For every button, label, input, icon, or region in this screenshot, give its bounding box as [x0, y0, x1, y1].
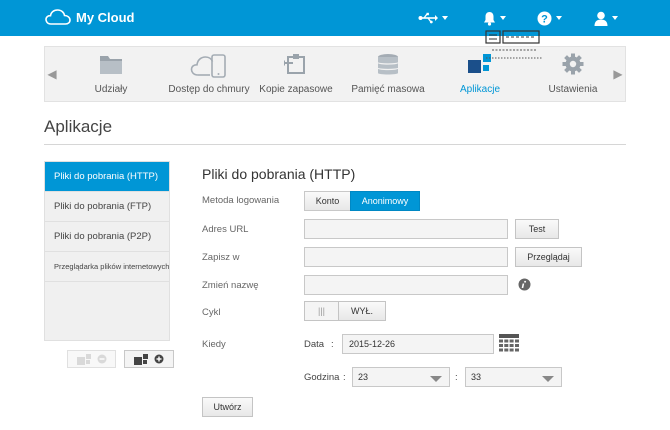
- app-title: My Cloud: [76, 9, 135, 25]
- usb-icon: [418, 12, 438, 24]
- page-title: Aplikacje: [44, 117, 113, 136]
- create-button[interactable]: Utwórz: [202, 397, 253, 417]
- sidebar-item-web-file-viewer[interactable]: Przeglądarka plików internetowych: [45, 252, 169, 282]
- app-tiles-icon: [134, 353, 148, 365]
- url-input[interactable]: [304, 219, 508, 239]
- nav-prev-arrow[interactable]: ◀: [45, 47, 59, 101]
- usb-menu[interactable]: [418, 9, 448, 27]
- browse-button[interactable]: Przeglądaj: [515, 247, 582, 267]
- title-divider: [44, 144, 626, 145]
- apps-sidebar: Pliki do pobrania (HTTP) Pliki do pobran…: [44, 161, 170, 341]
- chevron-down-icon: [430, 376, 442, 382]
- rename-input[interactable]: [304, 275, 508, 295]
- cycle-toggle-handle[interactable]: |||: [304, 301, 339, 321]
- sidebar-item-label: Pliki do pobrania (FTP): [54, 201, 152, 212]
- nav-label: Ustawienia: [548, 84, 598, 95]
- sidebar-item-http-downloads[interactable]: Pliki do pobrania (HTTP): [45, 162, 169, 192]
- gear-icon: [562, 53, 584, 75]
- sidebar-item-p2p-downloads[interactable]: Pliki do pobrania (P2P): [45, 222, 169, 252]
- nav-item-udzialy[interactable]: Udziały: [79, 47, 143, 101]
- sidebar-item-ftp-downloads[interactable]: Pliki do pobrania (FTP): [45, 192, 169, 222]
- cycle-label: Cykl: [202, 307, 221, 318]
- login-method-label: Metoda logowania: [202, 195, 280, 206]
- test-button[interactable]: Test: [515, 219, 559, 239]
- nav-next-arrow[interactable]: ▶: [611, 47, 625, 101]
- hour-value: 23: [358, 372, 369, 382]
- nav-label: Kopie zapasowe: [259, 84, 333, 95]
- nav-label: Pamięć masowa: [351, 84, 425, 95]
- chevron-down-icon: [500, 16, 506, 20]
- sidebar-item-label: Pliki do pobrania (P2P): [54, 231, 152, 242]
- minute-value: 33: [471, 372, 482, 382]
- minute-select[interactable]: 33: [465, 367, 562, 387]
- chevron-down-icon: [556, 16, 562, 20]
- save-to-label: Zapisz w: [202, 252, 240, 263]
- nav-label: Udziały: [94, 84, 128, 95]
- notifications-menu[interactable]: [483, 9, 506, 27]
- url-label: Adres URL: [202, 224, 249, 235]
- nav-item-cloud-access[interactable]: Dostęp do chmury: [163, 47, 255, 101]
- date-input[interactable]: 2015-12-26: [342, 334, 494, 354]
- hour-select[interactable]: 23: [352, 367, 450, 387]
- sidebar-item-label: Przeglądarka plików internetowych: [54, 262, 169, 271]
- chevron-down-icon: [542, 376, 554, 382]
- user-icon: [594, 11, 608, 26]
- login-option-account[interactable]: Konto: [304, 191, 351, 211]
- when-label: Kiedy: [202, 339, 226, 350]
- top-bar: My Cloud ?: [0, 0, 670, 36]
- folder-icon: [100, 56, 122, 74]
- logo[interactable]: My Cloud: [45, 9, 135, 25]
- login-option-anonymous[interactable]: Anonimowy: [350, 191, 420, 211]
- bell-icon: [484, 11, 495, 26]
- plus-circle-icon: [154, 354, 164, 364]
- date-label: Data: [304, 339, 325, 350]
- user-menu[interactable]: [594, 9, 618, 27]
- rename-label: Zmień nazwę: [202, 280, 259, 291]
- time-label: Godzina: [304, 372, 340, 383]
- nav-label: Dostęp do chmury: [168, 84, 250, 95]
- nav-item-settings[interactable]: Ustawienia: [537, 47, 609, 101]
- remove-app-button[interactable]: [67, 350, 116, 368]
- storage-icon: [377, 54, 399, 75]
- backup-icon: [284, 54, 305, 74]
- cloud-device-icon: [190, 54, 226, 78]
- form-title: Pliki do pobrania (HTTP): [202, 166, 356, 182]
- nav-item-storage[interactable]: Pamięć masowa: [349, 47, 427, 101]
- help-icon: ?: [537, 11, 552, 25]
- cycle-toggle-off[interactable]: WYŁ.: [338, 301, 386, 321]
- app-tiles-icon: [76, 353, 91, 365]
- help-menu[interactable]: ?: [537, 9, 562, 27]
- minus-circle-icon: [97, 354, 106, 364]
- watermark-logo: [485, 30, 542, 59]
- chevron-down-icon: [612, 16, 618, 20]
- calendar-icon[interactable]: [499, 334, 519, 353]
- chevron-down-icon: [442, 16, 448, 20]
- time-separator: :: [343, 372, 346, 383]
- time-separator: :: [455, 372, 458, 383]
- info-icon[interactable]: [518, 278, 531, 291]
- add-app-button[interactable]: [124, 350, 174, 368]
- cloud-logo-icon: [45, 9, 71, 25]
- save-to-input[interactable]: [304, 247, 508, 267]
- date-separator: :: [331, 339, 334, 350]
- svg-text:?: ?: [541, 13, 548, 25]
- nav-label: Aplikacje: [459, 84, 501, 95]
- nav-item-backups[interactable]: Kopie zapasowe: [259, 47, 333, 101]
- sidebar-item-label: Pliki do pobrania (HTTP): [54, 171, 159, 182]
